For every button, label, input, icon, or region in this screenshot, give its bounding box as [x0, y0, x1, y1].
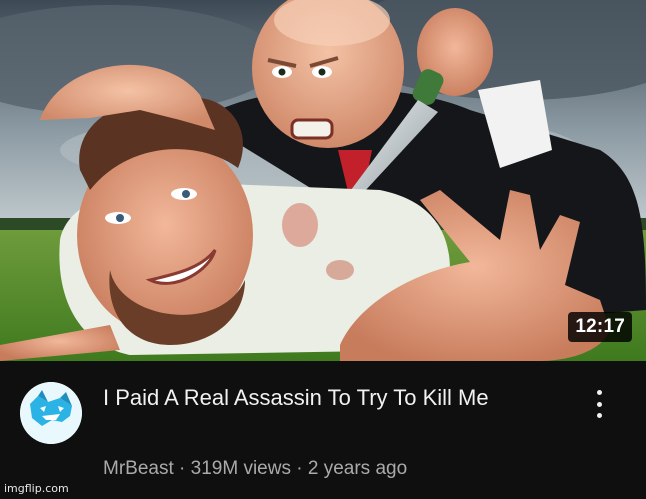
video-title[interactable]: I Paid A Real Assassin To Try To Kill Me — [103, 383, 553, 412]
thumbnail-image — [0, 0, 646, 361]
byline-separator: · — [179, 458, 186, 479]
video-byline: MrBeast · 319M views · 2 years ago — [103, 458, 407, 480]
channel-name[interactable]: MrBeast — [103, 458, 174, 479]
video-thumbnail[interactable]: 12:17 — [0, 0, 646, 361]
channel-avatar[interactable] — [20, 382, 82, 444]
video-duration-badge: 12:17 — [568, 312, 632, 342]
view-count: 319M views — [190, 458, 291, 479]
video-info: I Paid A Real Assassin To Try To Kill Me… — [0, 361, 646, 499]
byline-separator: · — [296, 458, 303, 479]
imgflip-watermark: imgflip.com — [4, 482, 69, 495]
mrbeast-panther-logo-icon — [20, 382, 82, 444]
vertical-ellipsis-icon[interactable] — [588, 387, 610, 421]
upload-age: 2 years ago — [307, 458, 408, 479]
